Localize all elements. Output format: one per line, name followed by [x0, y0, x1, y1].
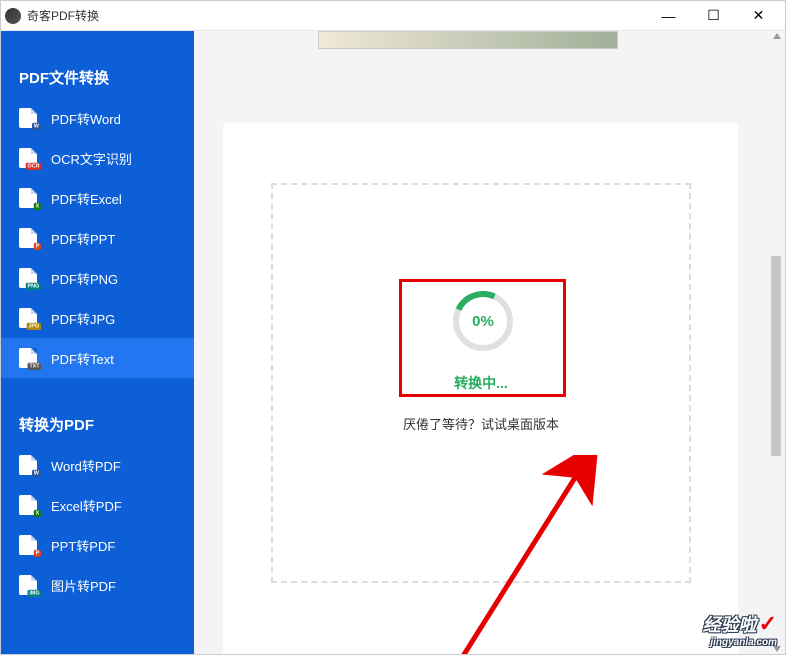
sidebar: PDF文件转换 WPDF转Word OCROCR文字识别 XPDF转Excel …: [1, 31, 194, 654]
progress-ring: 0%: [453, 291, 513, 351]
pdf-excel-icon: X: [19, 188, 37, 208]
img-pdf-icon: IMG: [19, 575, 37, 595]
sidebar-item-pdf-to-jpg[interactable]: JPG PDF转JPG: [1, 298, 194, 338]
sidebar-item-pdf-to-excel[interactable]: X PDF转Excel: [1, 178, 194, 218]
sidebar-item-label: PDF转JPG: [51, 309, 115, 328]
scroll-up-icon[interactable]: [773, 33, 781, 39]
sidebar-item-ocr[interactable]: OCR OCR文字识别: [1, 138, 194, 178]
pdf-ocr-icon: OCR: [19, 148, 37, 168]
window-title: 奇客PDF转换: [27, 7, 646, 24]
banner-image: [318, 31, 618, 49]
sidebar-item-excel-to-pdf[interactable]: X Excel转PDF: [1, 485, 194, 525]
sidebar-item-img-to-pdf[interactable]: IMG 图片转PDF: [1, 565, 194, 605]
sidebar-item-pdf-to-word[interactable]: W PDF转Word: [1, 98, 194, 138]
sidebar-item-label: PPT转PDF: [51, 536, 115, 555]
drop-zone[interactable]: 0% 转换中... 厌倦了等待？试试桌面版本: [271, 183, 691, 583]
word-pdf-icon: W: [19, 455, 37, 475]
ppt-pdf-icon: P: [19, 535, 37, 555]
sidebar-item-label: 图片转PDF: [51, 576, 116, 595]
sidebar-item-label: PDF转PNG: [51, 269, 118, 288]
maximize-button[interactable]: ☐: [691, 2, 736, 30]
annotation-arrow: [423, 455, 613, 654]
sidebar-item-label: PDF转Word: [51, 109, 121, 128]
pdf-text-icon: TXT: [19, 348, 37, 368]
pdf-ppt-icon: P: [19, 228, 37, 248]
sidebar-item-pdf-to-ppt[interactable]: P PDF转PPT: [1, 218, 194, 258]
titlebar: 奇客PDF转换 — ☐ ✕: [1, 1, 785, 31]
pdf-jpg-icon: JPG: [19, 308, 37, 328]
app-icon: [5, 8, 21, 24]
sidebar-item-label: OCR文字识别: [51, 149, 132, 168]
excel-pdf-icon: X: [19, 495, 37, 515]
sidebar-item-ppt-to-pdf[interactable]: P PPT转PDF: [1, 525, 194, 565]
sidebar-section-title: PDF文件转换: [1, 61, 194, 98]
window-controls: — ☐ ✕: [646, 2, 781, 30]
pdf-png-icon: PNG: [19, 268, 37, 288]
scrollbar[interactable]: [771, 31, 783, 654]
sidebar-item-label: PDF转PPT: [51, 229, 115, 248]
sidebar-item-label: Excel转PDF: [51, 496, 122, 515]
status-text: 转换中...: [273, 373, 689, 393]
sidebar-item-pdf-to-text[interactable]: TXT PDF转Text: [1, 338, 194, 378]
sidebar-item-label: Word转PDF: [51, 456, 121, 475]
scroll-thumb[interactable]: [771, 256, 781, 456]
sidebar-item-pdf-to-png[interactable]: PNG PDF转PNG: [1, 258, 194, 298]
pdf-word-icon: W: [19, 108, 37, 128]
sidebar-item-label: PDF转Excel: [51, 189, 122, 208]
minimize-button[interactable]: —: [646, 2, 691, 30]
main-area: PDF文件转换 WPDF转Word OCROCR文字识别 XPDF转Excel …: [1, 31, 785, 654]
conversion-card: 0% 转换中... 厌倦了等待？试试桌面版本 广告: [223, 123, 738, 654]
hint-text[interactable]: 厌倦了等待？试试桌面版本: [273, 414, 689, 433]
scroll-down-icon[interactable]: [773, 646, 781, 652]
sidebar-section-title: 转换为PDF: [1, 408, 194, 445]
content-area: 0% 转换中... 厌倦了等待？试试桌面版本 广告: [194, 31, 785, 654]
sidebar-item-word-to-pdf[interactable]: W Word转PDF: [1, 445, 194, 485]
sidebar-item-label: PDF转Text: [51, 349, 114, 368]
close-button[interactable]: ✕: [736, 2, 781, 30]
progress-percent: 0%: [453, 291, 513, 351]
